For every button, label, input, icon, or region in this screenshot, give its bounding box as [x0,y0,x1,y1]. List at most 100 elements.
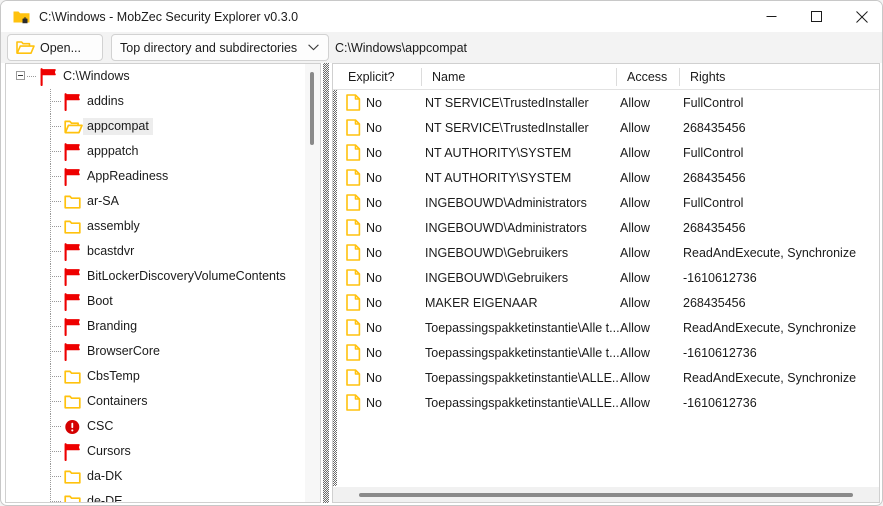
page-icon [346,269,361,286]
tree-node-label: addins [87,94,124,108]
tree-node-bitlockerdiscoveryvolumecontents[interactable]: BitLockerDiscoveryVolumeContents [6,264,306,289]
permissions-list-pane[interactable]: Explicit? Name Access Rights No NT SERVICE\T… [332,63,880,503]
tree-node-appcompat[interactable]: appcompat [6,114,306,139]
tree-node-de-de[interactable]: de-DE [6,489,306,502]
column-header-explicit[interactable]: Explicit? [341,64,425,89]
tree-node-label: Branding [87,319,138,333]
cell-access: Allow [620,345,650,360]
column-divider[interactable] [421,68,422,86]
tree-connector [50,376,62,377]
column-divider[interactable] [616,68,617,86]
cell-name: NT SERVICE\TrustedInstaller [425,95,589,110]
page-icon [346,369,361,386]
column-divider[interactable] [679,68,680,86]
scope-select[interactable]: Top directory and subdirectories [111,34,329,61]
table-row[interactable]: No MAKER EIGENAAR Allow 268435456 [333,290,879,315]
yellow-folder-icon [63,468,83,486]
cell-name: NT AUTHORITY\SYSTEM [425,170,572,185]
maximize-button[interactable] [794,1,839,32]
page-icon [346,344,361,361]
table-row[interactable]: No NT AUTHORITY\SYSTEM Allow 268435456 [333,165,879,190]
minimize-button[interactable] [749,1,794,32]
cell-explicit: No [366,120,382,135]
page-icon [346,194,361,211]
close-button[interactable] [839,1,882,32]
tree-root-node[interactable]: C:\Windows [6,64,306,89]
tree-vertical-scrollbar[interactable] [305,64,320,502]
table-row[interactable]: No NT AUTHORITY\SYSTEM Allow FullControl [333,140,879,165]
page-icon [346,319,361,336]
tree-node-da-dk[interactable]: da-DK [6,464,306,489]
tree-node-ar-sa[interactable]: ar-SA [6,189,306,214]
cell-rights: FullControl [683,145,744,160]
tree-connector [50,201,62,202]
column-header-rights[interactable]: Rights [683,64,879,89]
pane-splitter[interactable] [323,63,329,503]
tree-node-addins[interactable]: addins [6,89,306,114]
table-row[interactable]: No Toepassingspakketinstantie\Alle t... Al… [333,315,879,340]
tree-node-containers[interactable]: Containers [6,389,306,414]
tree-connector [50,151,62,152]
cell-explicit: No [366,220,382,235]
open-folder-icon [16,40,35,55]
list-horizontal-scrollbar[interactable] [333,486,879,502]
open-button-label: Open... [40,40,81,55]
tree-node-cursors[interactable]: Cursors [6,439,306,464]
cell-name: NT AUTHORITY\SYSTEM [425,145,572,160]
cell-rights: ReadAndExecute, Synchronize [683,245,857,260]
page-icon [346,394,361,411]
tree-node-appreadiness[interactable]: AppReadiness [6,164,306,189]
table-row[interactable]: No NT SERVICE\TrustedInstaller Allow FullCo… [333,90,879,115]
tree-scrollbar-thumb[interactable] [310,72,314,145]
page-icon [346,219,361,236]
window-controls [749,1,882,32]
open-button[interactable]: Open... [7,34,103,61]
tree-node-label: assembly [87,219,140,233]
column-header-access[interactable]: Access [620,64,683,89]
tree-connector [50,276,62,277]
tree-node-branding[interactable]: Branding [6,314,306,339]
scope-select-value: Top directory and subdirectories [120,40,298,55]
table-row[interactable]: No INGEBOUWD\Administrators Allow 268435456 [333,215,879,240]
list-scrollbar-thumb[interactable] [359,493,853,497]
cell-name: Toepassingspakketinstantie\Alle t... [425,320,620,335]
tree-node-browsercore[interactable]: BrowserCore [6,339,306,364]
table-row[interactable]: No INGEBOUWD\Administrators Allow FullContr… [333,190,879,215]
directory-tree: C:\Windows addins appcompat apppatch AppRead… [6,64,306,502]
current-path: C:\Windows\appcompat [335,34,878,61]
tree-node-cbstemp[interactable]: CbsTemp [6,364,306,389]
tree-node-boot[interactable]: Boot [6,289,306,314]
tree-node-label: AppReadiness [87,169,169,183]
cell-name: Toepassingspakketinstantie\ALLE... [425,395,620,410]
cell-explicit: No [366,370,382,385]
tree-connector [50,126,62,127]
cell-access: Allow [620,120,650,135]
cell-access: Allow [620,195,650,210]
table-row[interactable]: No Toepassingspakketinstantie\ALLE... Allo… [333,365,879,390]
table-row[interactable]: No INGEBOUWD\Gebruikers Allow ReadAndExecut… [333,240,879,265]
current-path-text: C:\Windows\appcompat [335,40,468,55]
table-row[interactable]: No Toepassingspakketinstantie\Alle t... Al… [333,340,879,365]
tree-node-bcastdvr[interactable]: bcastdvr [6,239,306,264]
table-row[interactable]: No Toepassingspakketinstantie\ALLE... Allo… [333,390,879,415]
table-row[interactable]: No INGEBOUWD\Gebruikers Allow -1610612736 [333,265,879,290]
column-header-name[interactable]: Name [425,64,620,89]
cell-access: Allow [620,320,650,335]
tree-node-label: Boot [87,294,113,308]
cell-explicit: No [366,245,382,260]
tree-node-label: apppatch [87,144,139,158]
directory-tree-pane[interactable]: C:\Windows addins appcompat apppatch AppRead… [5,63,321,503]
tree-connector [50,351,62,352]
tree-node-assembly[interactable]: assembly [6,214,306,239]
tree-node-csc[interactable]: CSC [6,414,306,439]
open-folder-icon [63,118,83,136]
cell-rights: 268435456 [683,170,746,185]
tree-node-label: Cursors [87,444,131,458]
cell-access: Allow [620,245,650,260]
tree-expander-collapse-icon[interactable] [16,71,25,80]
tree-node-label: ar-SA [87,194,119,208]
table-row[interactable]: No NT SERVICE\TrustedInstaller Allow 268435… [333,115,879,140]
tree-node-label: C:\Windows [63,69,130,83]
cell-name: INGEBOUWD\Gebruikers [425,245,569,260]
tree-node-apppatch[interactable]: apppatch [6,139,306,164]
